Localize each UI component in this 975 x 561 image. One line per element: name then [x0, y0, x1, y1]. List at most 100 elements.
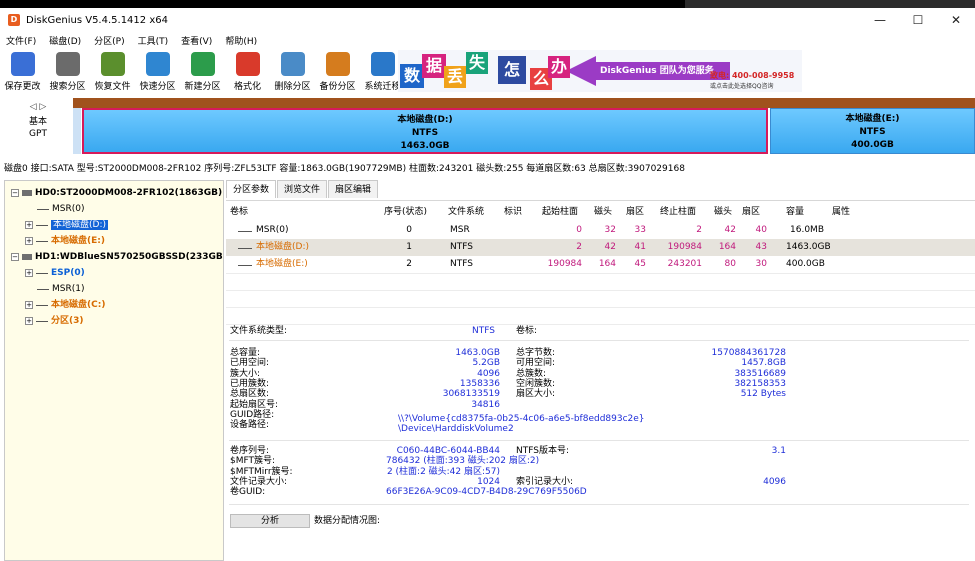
disk-capacity-bar: [73, 98, 975, 108]
detail-value-4: 3068133519: [442, 389, 500, 400]
table-header-8[interactable]: 磁头: [714, 204, 732, 221]
tree-item-1[interactable]: MSR(0): [5, 201, 223, 217]
tree-item-4[interactable]: − HD1:WDBlueSN570250GBSSD(233GB): [5, 249, 223, 265]
new-partition-icon: [190, 52, 215, 76]
delete-icon: [280, 52, 305, 76]
map-partition-d-size: 1463.0GB: [400, 141, 450, 151]
menu-item-3[interactable]: 工具(T): [138, 34, 169, 47]
table-cell-9: 40: [755, 225, 767, 235]
tree-expander-icon[interactable]: −: [11, 188, 19, 197]
quick-partition-icon: [145, 52, 170, 76]
disk-icon: [22, 253, 32, 260]
table-header-2[interactable]: 文件系统: [448, 204, 484, 221]
close-button[interactable]: ✕: [937, 8, 975, 32]
detail-value-5: 34816: [471, 399, 500, 410]
tree-item-0[interactable]: − HD0:ST2000DM008-2FR102(1863GB): [5, 185, 223, 201]
tab-2[interactable]: 扇区编辑: [328, 180, 379, 198]
tab-0[interactable]: 分区参数: [226, 180, 277, 198]
map-partition-e-size: 400.0GB: [851, 140, 894, 150]
toolbar-button-0[interactable]: 保存更改: [0, 48, 45, 94]
app-icon: D: [8, 14, 20, 26]
toolbar-label-6: 删除分区: [274, 82, 311, 92]
disk-nav-arrows[interactable]: ◁ ▷: [4, 102, 72, 112]
detail-right-value-3: 382158353: [734, 378, 786, 389]
table-cell-1: 1: [406, 242, 412, 252]
table-row[interactable]: MSR(0) 0 MSR 0 32 33 2 42 40 16.0MB: [226, 222, 975, 239]
map-partition-msr[interactable]: [73, 108, 81, 154]
detail-label-6: GUID路径:: [230, 409, 275, 420]
toolbar-button-7[interactable]: 备份分区: [315, 48, 360, 94]
tree-expander-icon[interactable]: +: [25, 236, 33, 245]
tree-item-2[interactable]: + 本地磁盘(D:): [5, 217, 223, 233]
toolbar-label-4: 新建分区: [184, 82, 221, 92]
tree-item-8[interactable]: + 分区(3): [5, 313, 223, 329]
detail-right-label-2: 总簇数:: [516, 368, 547, 379]
tree-label: 本地磁盘(D:): [51, 220, 108, 230]
partition-icon: [36, 319, 48, 322]
table-header-1[interactable]: 序号(状态): [384, 204, 427, 221]
table-header-0[interactable]: 卷标: [230, 204, 248, 221]
table-cell-4: 0: [576, 225, 582, 235]
tree-expander-icon[interactable]: +: [25, 268, 33, 277]
toolbar-button-4[interactable]: 新建分区: [180, 48, 225, 94]
toolbar-label-0: 保存更改: [4, 82, 41, 92]
detail-label-5: 起始扇区号:: [230, 399, 279, 410]
table-cell-1: 0: [406, 225, 412, 235]
table-header-10[interactable]: 容量: [786, 204, 804, 221]
tree-label: ESP(0): [51, 268, 85, 278]
tree-item-6[interactable]: MSR(1): [5, 281, 223, 297]
analyze-button[interactable]: 分析: [230, 514, 310, 528]
toolbar-button-2[interactable]: 恢复文件: [90, 48, 135, 94]
fs-type-label: 文件系统类型:: [230, 326, 288, 336]
menu-item-2[interactable]: 分区(P): [94, 34, 124, 47]
table-header-4[interactable]: 起始柱面: [542, 204, 578, 221]
partition-table: 卷标 序号(状态) 文件系统 标识 起始柱面 磁头 扇区 终止柱面 磁头 扇区 容量 属性 MSR(0)…: [226, 200, 975, 340]
map-partition-e[interactable]: 本地磁盘(E:) NTFS 400.0GB: [770, 108, 975, 154]
tab-bar: 分区参数 浏览文件 扇区编辑: [226, 180, 379, 200]
tree-item-5[interactable]: + ESP(0): [5, 265, 223, 281]
table-header-9[interactable]: 扇区: [742, 204, 760, 221]
toolbar-button-1[interactable]: 搜索分区: [45, 48, 90, 94]
maximize-button[interactable]: ☐: [899, 8, 937, 32]
table-row[interactable]: 本地磁盘(D:) 1 NTFS 2 42 41 190984 164 43 1463.0GB: [226, 239, 975, 256]
tree-item-3[interactable]: + 本地磁盘(E:): [5, 233, 223, 249]
tree-label: MSR(0): [52, 204, 85, 214]
partition-icon: [238, 229, 252, 232]
map-partition-e-name: 本地磁盘(E:): [845, 114, 900, 124]
toolbar-button-5[interactable]: 格式化: [225, 48, 270, 94]
table-header-6[interactable]: 扇区: [626, 204, 644, 221]
partition-icon: [36, 271, 48, 274]
minimize-button[interactable]: —: [861, 8, 899, 32]
map-partition-d[interactable]: 本地磁盘(D:) NTFS 1463.0GB: [82, 108, 768, 154]
partition-icon: [36, 303, 48, 306]
tab-1[interactable]: 浏览文件: [277, 180, 328, 198]
tree-expander-icon[interactable]: +: [25, 220, 33, 229]
table-header-3[interactable]: 标识: [504, 204, 522, 221]
partition-icon: [37, 287, 49, 290]
ntfs-label-4: 卷GUID:: [230, 487, 266, 498]
tree-expander-icon[interactable]: +: [25, 316, 33, 325]
detail-right-label-4: 扇区大小:: [516, 389, 556, 400]
disk-nav: ◁ ▷ 基本 GPT: [4, 102, 72, 140]
table-row[interactable]: 本地磁盘(E:) 2 NTFS 190984 164 45 243201 80 30 400.0G…: [226, 256, 975, 273]
menu-item-0[interactable]: 文件(F): [6, 34, 36, 47]
toolbar-label-2: 恢复文件: [94, 82, 131, 92]
ntfs-value-4: 66F3E26A-9C09-4CD7-B4D8-29C769F5506D: [386, 487, 587, 498]
menu-item-4[interactable]: 查看(V): [181, 34, 212, 47]
tree-expander-icon[interactable]: −: [11, 252, 19, 261]
table-header-7[interactable]: 终止柱面: [660, 204, 696, 221]
allocation-map-label: 数据分配情况图:: [314, 516, 381, 526]
toolbar-button-3[interactable]: 快速分区: [135, 48, 180, 94]
table-header-5[interactable]: 磁头: [594, 204, 612, 221]
disk-icon: [22, 189, 32, 196]
menu-item-1[interactable]: 磁盘(D): [49, 34, 81, 47]
disk-type-gpt: GPT: [29, 129, 47, 139]
menu-item-5[interactable]: 帮助(H): [225, 34, 257, 47]
table-header-11[interactable]: 属性: [832, 204, 850, 221]
tree-item-7[interactable]: + 本地磁盘(C:): [5, 297, 223, 313]
tree-label: 分区(3): [51, 316, 84, 326]
recover-icon: [100, 52, 125, 76]
toolbar-button-6[interactable]: 删除分区: [270, 48, 315, 94]
tree-expander-icon[interactable]: +: [25, 300, 33, 309]
ad-banner[interactable]: DiskGenius 团队为您服务 致电: 400-008-9958 或点击此处…: [398, 50, 802, 92]
